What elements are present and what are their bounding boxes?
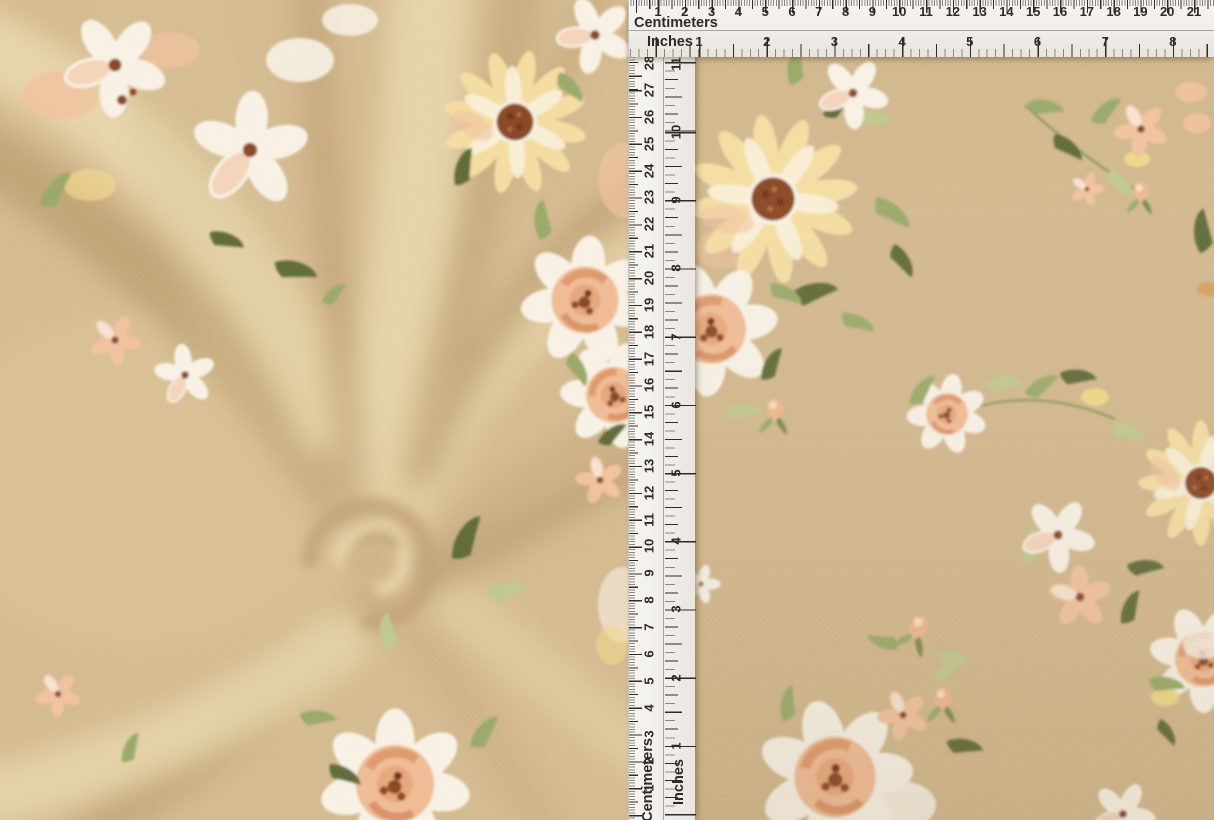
ruler-number: 8: [643, 597, 656, 604]
ruler-number: 16: [643, 378, 656, 392]
ruler-number: 12: [643, 486, 656, 500]
ruler-number: 13: [643, 459, 656, 473]
vertical-centimeters-label: Centimeters: [641, 738, 656, 820]
ruler-number: 17: [643, 351, 656, 365]
ruler-number: 22: [643, 217, 656, 231]
vertical-cm-tick-scale: [629, 0, 643, 820]
ruler-number: 23: [643, 190, 656, 204]
ruler-number: 20: [643, 271, 656, 285]
horizontal-centimeters-label: Centimeters: [634, 16, 718, 31]
ruler-number: 4: [643, 704, 656, 711]
flat-fabric-art: [695, 57, 1214, 820]
ruler-number: 27: [643, 83, 656, 97]
horizontal-ruler: 123456789101112131415161718192021 123456…: [628, 0, 1214, 57]
ruler-number: 3: [643, 731, 656, 738]
ruler-number: 21: [643, 244, 656, 258]
vertical-ruler-divider: [663, 0, 664, 820]
swirled-fabric-art: [0, 0, 628, 820]
horizontal-inches-label: Inches: [647, 35, 693, 50]
ruler-number: 11: [643, 513, 656, 527]
vertical-ruler: 28 27 26 25 24 23 22 21 20 19 18 17 16 15 14 13 12 11 10 9 8…: [628, 0, 695, 820]
flat-fabric-photo: [695, 57, 1214, 820]
ruler-number: 14: [643, 432, 656, 446]
vertical-inches-label: Inches: [672, 759, 687, 805]
ruler-number: 19: [643, 298, 656, 312]
ruler-number: 10: [643, 539, 656, 553]
ruler-number: 18: [643, 324, 656, 338]
ruler-number: 25: [643, 136, 656, 150]
ruler-number: 9: [643, 570, 656, 577]
ruler-number: 7: [643, 623, 656, 630]
ruler-number: 5: [643, 677, 656, 684]
ruler-number: 28: [643, 56, 656, 70]
vertical-inch-tick-scale: [665, 0, 696, 820]
swirled-fabric-photo: [0, 0, 628, 820]
fabric-product-photo: 28 27 26 25 24 23 22 21 20 19 18 17 16 15 14 13 12 11 10 9 8…: [0, 0, 1214, 820]
ruler-number: 26: [643, 110, 656, 124]
ruler-number: 15: [643, 405, 656, 419]
ruler-number: 24: [643, 163, 656, 177]
ruler-number: 6: [643, 650, 656, 657]
